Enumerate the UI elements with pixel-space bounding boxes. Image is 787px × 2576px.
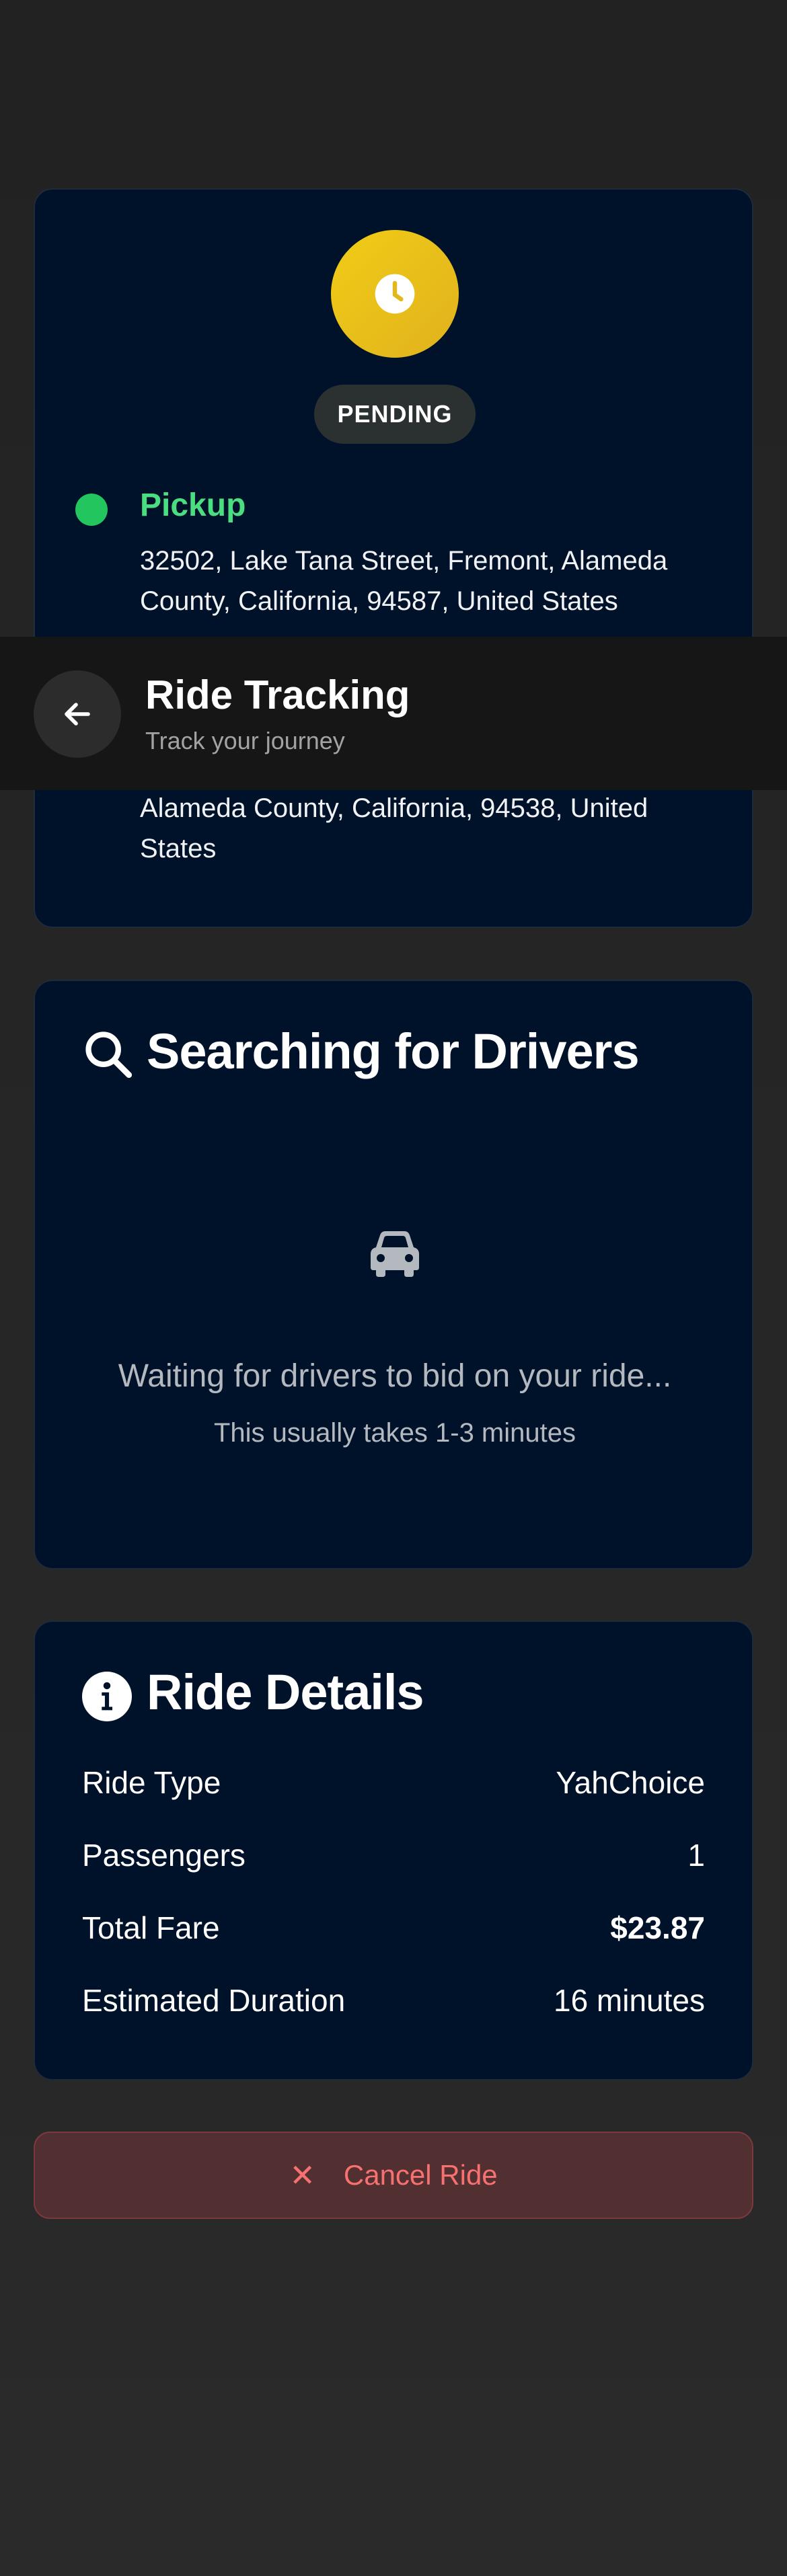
top-header: Ride Tracking Track your journey	[0, 637, 787, 790]
info-icon	[82, 1672, 132, 1721]
pickup-title: Pickup	[140, 487, 246, 523]
ride-status-card: PENDING Pickup 32502, Lake Tana Street, …	[34, 188, 753, 928]
page-subtitle: Track your journey	[145, 727, 345, 754]
detail-row-ride-type: Ride Type YahChoice	[82, 1764, 705, 1801]
page-title: Ride Tracking	[145, 672, 410, 717]
ride-details-card: Ride Details Ride Type YahChoice Passeng…	[34, 1621, 753, 2080]
detail-value: $23.87	[610, 1910, 705, 1945]
searching-drivers-card: Searching for Drivers Waiting for driver…	[34, 980, 753, 1569]
detail-label: Estimated Duration	[82, 1983, 346, 2018]
pickup-address: 32502, Lake Tana Street, Fremont, Alamed…	[140, 546, 668, 616]
detail-value: YahChoice	[556, 1765, 705, 1800]
ride-tracking-page: PENDING Pickup 32502, Lake Tana Street, …	[0, 0, 787, 2576]
clock-icon	[375, 274, 415, 314]
status-indicator	[331, 230, 459, 358]
waiting-duration-note: This usually takes 1-3 minutes	[213, 1418, 576, 1448]
pickup-dot-icon	[75, 494, 108, 526]
status-badge: PENDING	[314, 385, 476, 444]
cancel-ride-label: Cancel Ride	[343, 2159, 498, 2191]
cancel-ride-button[interactable]: ✕ Cancel Ride	[34, 2132, 753, 2219]
detail-label: Total Fare	[82, 1910, 220, 1945]
back-button[interactable]	[34, 670, 121, 758]
search-icon	[85, 1031, 133, 1079]
detail-row-passengers: Passengers 1	[82, 1837, 705, 1873]
searching-title: Searching for Drivers	[147, 1023, 640, 1079]
detail-value: 1	[687, 1838, 705, 1873]
detail-value: 16 minutes	[553, 1983, 705, 2018]
detail-row-estimated-duration: Estimated Duration 16 minutes	[82, 1982, 705, 2019]
arrow-left-icon	[65, 703, 90, 726]
close-icon: ✕	[289, 2158, 315, 2193]
detail-row-total-fare: Total Fare $23.87	[82, 1910, 705, 1946]
waiting-message: Waiting for drivers to bid on your ride.…	[118, 1358, 672, 1394]
detail-label: Ride Type	[82, 1765, 221, 1800]
detail-label: Passengers	[82, 1838, 246, 1873]
car-icon	[371, 1231, 419, 1277]
ride-details-title: Ride Details	[147, 1664, 424, 1720]
